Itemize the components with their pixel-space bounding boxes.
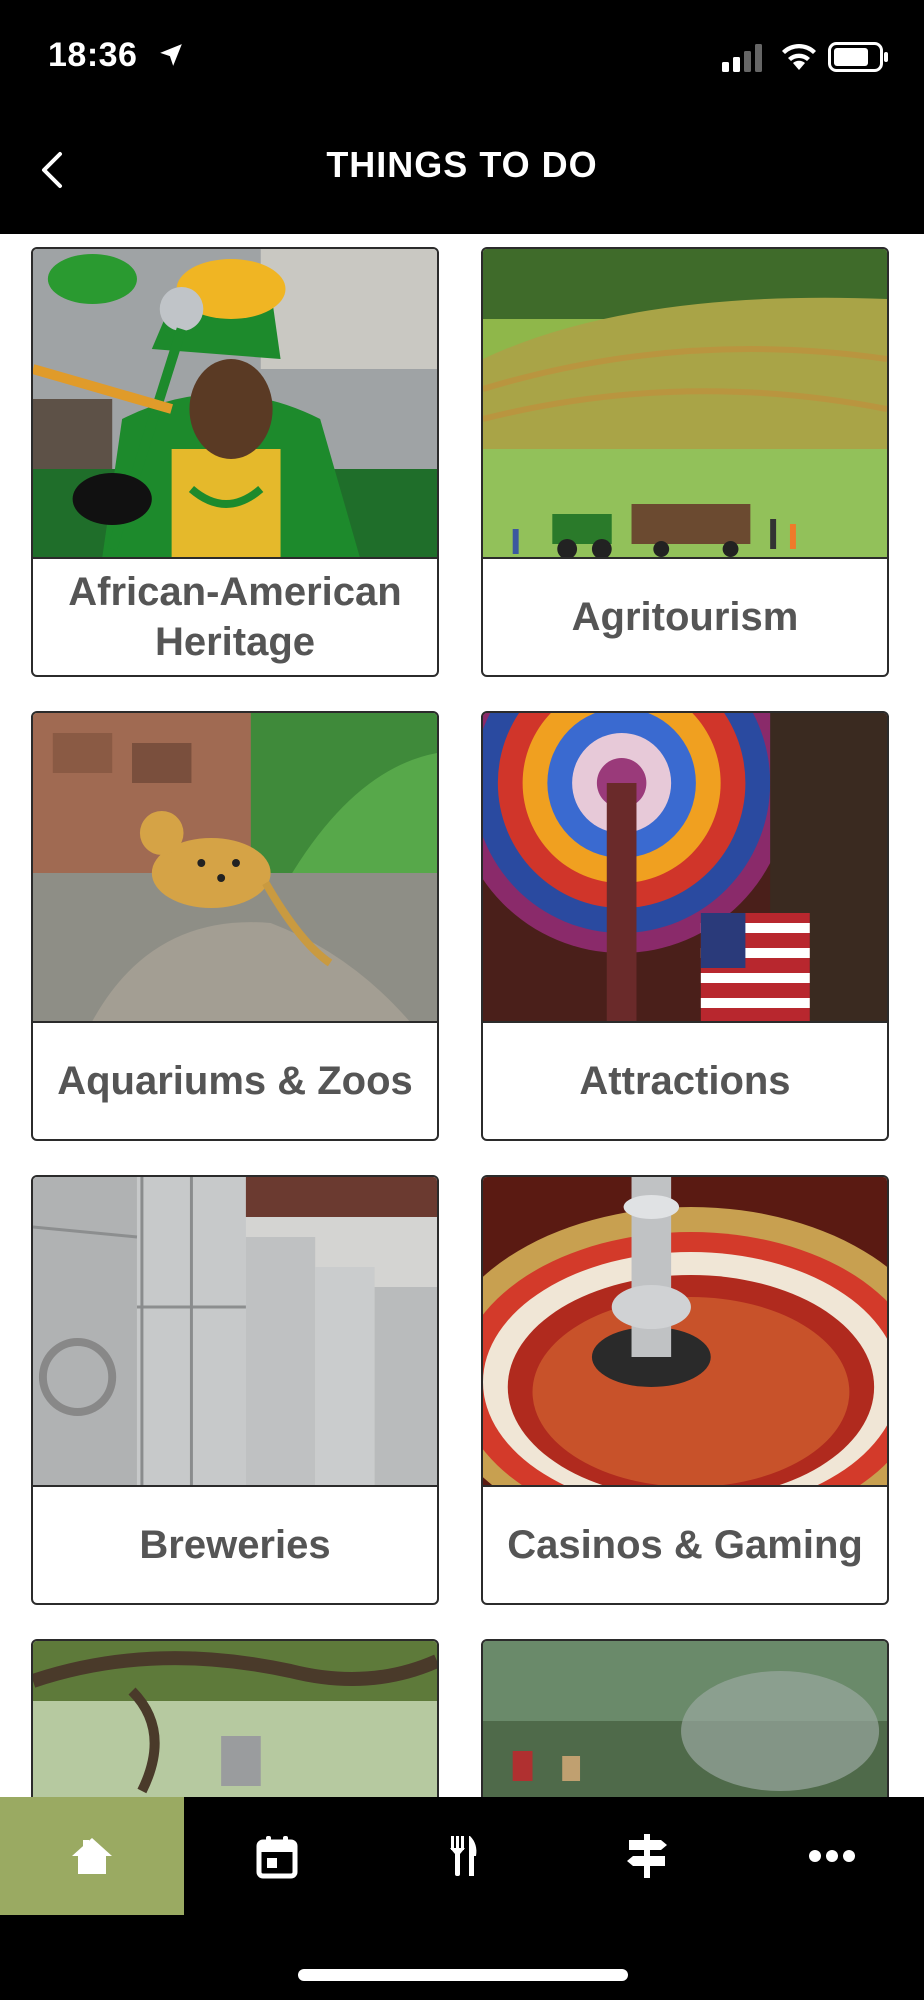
category-label: Casinos & Gaming [483,1485,887,1603]
category-card-7[interactable] [31,1639,439,1797]
category-label: Agritourism [483,557,887,675]
category-card-african-american-heritage[interactable]: African-American Heritage [31,247,439,677]
category-card-casinos-gaming[interactable]: Casinos & Gaming [481,1175,889,1605]
signpost-icon [627,1834,667,1878]
category-label: Attractions [483,1021,887,1139]
category-card-breweries[interactable]: Breweries [31,1175,439,1605]
tab-directions[interactable] [555,1797,739,1915]
category-image [483,713,887,1021]
navigation-bar: THINGS TO DO [0,110,924,234]
wifi-icon [782,43,816,70]
category-image [33,713,437,1021]
tab-home[interactable] [0,1797,184,1915]
category-image [483,249,887,557]
category-image [33,1641,437,1797]
category-card-attractions[interactable]: Attractions [481,711,889,1141]
status-time: 18:36 [48,36,138,74]
calendar-icon [256,1836,298,1879]
category-image [483,1177,887,1485]
category-image [33,1177,437,1485]
category-card-agritourism[interactable]: Agritourism [481,247,889,677]
category-label: Breweries [33,1485,437,1603]
fork-knife-icon [450,1836,477,1876]
category-card-aquariums-zoos[interactable]: Aquariums & Zoos [31,711,439,1141]
home-icon [72,1838,112,1874]
tab-events[interactable] [185,1797,369,1915]
category-grid: African-American Heritage Agritourism Aq… [0,234,924,1797]
tab-bar [0,1797,924,2000]
category-image [483,1641,887,1797]
category-label: African-American Heritage [33,557,437,675]
home-indicator[interactable] [298,1969,628,1981]
category-label: Aquariums & Zoos [33,1021,437,1139]
status-bar: 18:36 [0,0,924,110]
battery-icon [828,42,888,72]
page-title: THINGS TO DO [326,144,598,185]
category-card-8[interactable] [481,1639,889,1797]
signal-icon [722,44,762,72]
tab-dining[interactable] [370,1797,554,1915]
tab-more[interactable] [740,1797,924,1915]
location-arrow-icon [160,44,182,66]
category-image [33,249,437,557]
more-icon [809,1850,855,1862]
